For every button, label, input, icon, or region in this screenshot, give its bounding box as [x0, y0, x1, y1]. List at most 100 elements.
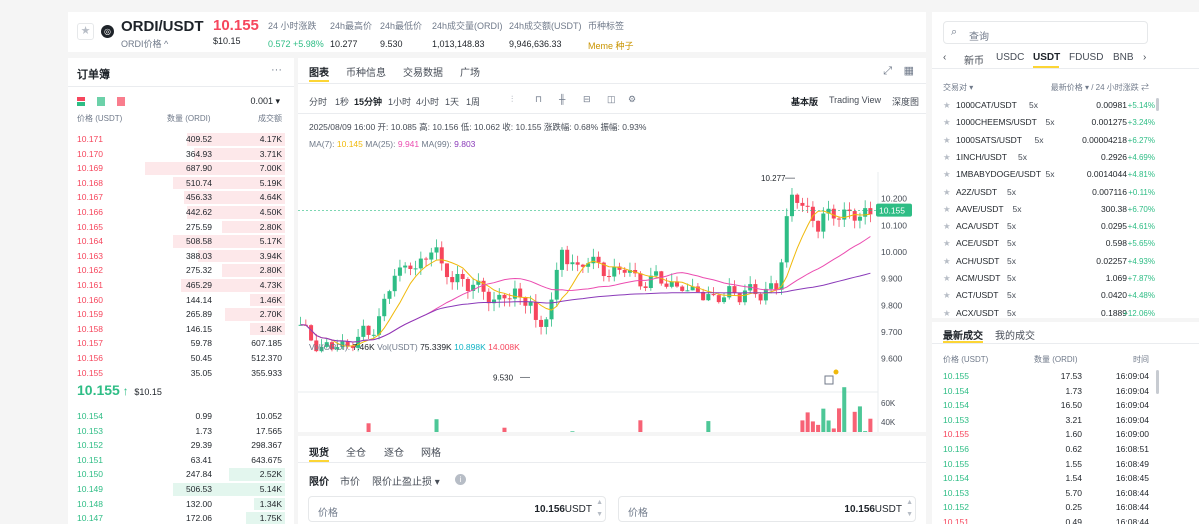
bid-row[interactable]: 10.153 1.73 17.565 — [68, 424, 294, 439]
bid-row[interactable]: 10.151 63.41 643.675 — [68, 453, 294, 468]
market-row[interactable]: ★ ACA/USDT 5x 0.0295 +4.61% — [932, 218, 1199, 235]
search-input[interactable]: 查询 — [969, 28, 989, 43]
view-2[interactable]: 深度图 — [892, 95, 919, 108]
market-row[interactable]: ★ 1INCH/USDT 5x 0.2926 +4.69% — [932, 149, 1199, 166]
ask-row[interactable]: 10.160 144.14 1.46K — [68, 293, 294, 308]
both-sides-icon[interactable] — [77, 97, 85, 106]
interval-2[interactable]: 15分钟 — [354, 95, 382, 108]
ask-row[interactable]: 10.156 50.45 512.370 — [68, 351, 294, 366]
divider — [932, 343, 1199, 344]
chart-tab-1[interactable]: 币种信息 — [346, 64, 386, 79]
market-row[interactable]: ★ 1000SATS/USDT 5x 0.00004218 +6.27% — [932, 132, 1199, 149]
ask-row[interactable]: 10.155 35.05 355.933 — [68, 366, 294, 381]
chart-tab-0[interactable]: 图表 — [309, 64, 329, 79]
market-row[interactable]: ★ 1000CHEEMS/USDT 5x 0.001275 +3.24% — [932, 114, 1199, 131]
quote-tab-6[interactable]: › — [1143, 52, 1146, 63]
compare-icon[interactable]: ◫ — [607, 94, 616, 105]
quote-tab-0[interactable]: ‹ — [943, 52, 946, 63]
trades-tab-0[interactable]: 最新成交 — [943, 327, 983, 342]
quote-tab-4[interactable]: FDUSD — [1069, 52, 1103, 63]
chart-tab-3[interactable]: 广场 — [460, 64, 480, 79]
scrollbar[interactable] — [1156, 98, 1159, 111]
market-row[interactable]: ★ ACX/USDT 5x 0.1889 +12.06% — [932, 305, 1199, 322]
bid-row[interactable]: 10.149 506.53 5.14K — [68, 482, 294, 497]
quote-tab-3[interactable]: USDT — [1033, 52, 1060, 63]
ask-row[interactable]: 10.170 364.93 3.71K — [68, 147, 294, 162]
buy-price-input[interactable]: 价格 10.156 USDT ▲ ▼ — [308, 496, 606, 522]
bids-only-icon[interactable] — [97, 97, 105, 106]
ask-row[interactable]: 10.165 275.59 2.80K — [68, 220, 294, 235]
trade-tab-0[interactable]: 现货 — [309, 444, 329, 459]
market-row[interactable]: ★ ACH/USDT 5x 0.02257 +4.93% — [932, 253, 1199, 270]
more-icon[interactable]: ··· — [271, 64, 282, 76]
trade-tab-2[interactable]: 逐仓 — [384, 444, 404, 459]
candles-icon[interactable]: ╫ — [559, 94, 565, 104]
bid-row[interactable]: 10.152 29.39 298.367 — [68, 438, 294, 453]
col-price-change[interactable]: 最新价格 ▾ / 24 小时涨跌 ⇄ — [1051, 82, 1149, 93]
sell-price-input[interactable]: 价格 10.156 USDT ▲ ▼ — [618, 496, 916, 522]
stepper-up-icon[interactable]: ▲ — [906, 499, 913, 506]
favorite-star-icon[interactable]: ★ — [77, 23, 94, 40]
trade-tab-1[interactable]: 全仓 — [346, 444, 366, 459]
order-type-2[interactable]: 限价止盈止损 ▾ — [372, 473, 440, 488]
ask-row[interactable]: 10.168 510.74 5.19K — [68, 176, 294, 191]
trade-row: 10.152 0.25 16:08:44 — [932, 500, 1199, 515]
stepper-up-icon[interactable]: ▲ — [596, 499, 603, 506]
info-icon[interactable]: i — [455, 474, 466, 485]
market-row[interactable]: ★ 1MBABYDOGE/USDT 5x 0.0014044 +4.81% — [932, 166, 1199, 183]
ask-row[interactable]: 10.158 146.15 1.48K — [68, 322, 294, 337]
ask-row[interactable]: 10.166 442.62 4.50K — [68, 205, 294, 220]
ask-row[interactable]: 10.161 465.29 4.73K — [68, 278, 294, 293]
market-row[interactable]: ★ A2Z/USDT 5x 0.007116 +0.11% — [932, 184, 1199, 201]
interval-1[interactable]: 1秒 — [335, 95, 349, 108]
quote-tab-1[interactable]: 新币 — [964, 52, 984, 67]
ask-row[interactable]: 10.157 59.78 607.185 — [68, 336, 294, 351]
quote-tab-2[interactable]: USDC — [996, 52, 1024, 63]
indicator-icon[interactable]: ⫶ — [511, 94, 513, 105]
order-type-1[interactable]: 市价 — [340, 473, 360, 488]
ask-row[interactable]: 10.162 275.32 2.80K — [68, 263, 294, 278]
stepper-down-icon[interactable]: ▼ — [596, 511, 603, 518]
tick-size-select[interactable]: 0.001 ▾ — [250, 96, 280, 107]
ask-row[interactable]: 10.164 508.58 5.17K — [68, 234, 294, 249]
bid-row[interactable]: 10.154 0.99 10.052 — [68, 409, 294, 424]
symbol-title[interactable]: ORDI/USDT — [121, 18, 204, 35]
chart-tab-2[interactable]: 交易数据 — [403, 64, 443, 79]
interval-0[interactable]: 分时 — [309, 95, 327, 108]
interval-3[interactable]: 1小时 — [388, 95, 411, 108]
vol-value: 7.46K — [352, 342, 375, 352]
quote-tab-5[interactable]: BNB — [1113, 52, 1134, 63]
bid-row[interactable]: 10.150 247.84 2.52K — [68, 467, 294, 482]
interval-6[interactable]: 1周 — [466, 95, 480, 108]
layout-grid-icon[interactable]: ▦ — [904, 64, 914, 77]
candle-type-icon[interactable]: ⊓ — [535, 94, 542, 105]
trades-tab-1[interactable]: 我的成交 — [995, 327, 1035, 342]
trade-tab-3[interactable]: 网格 — [421, 444, 441, 459]
expand-icon[interactable]: ⤢ — [883, 65, 892, 78]
ask-row[interactable]: 10.169 687.90 7.00K — [68, 161, 294, 176]
ask-row[interactable]: 10.163 388.03 3.94K — [68, 249, 294, 264]
bid-row[interactable]: 10.148 132.00 1.34K — [68, 497, 294, 512]
market-row[interactable]: ★ AAVE/USDT 5x 300.38 +6.70% — [932, 201, 1199, 218]
scrollbar[interactable] — [1156, 370, 1159, 394]
asks-only-icon[interactable] — [117, 97, 125, 106]
market-row[interactable]: ★ ACE/USDT 5x 0.598 +5.65% — [932, 235, 1199, 252]
symbol-subtitle[interactable]: ORDI价格 ^ — [121, 37, 168, 50]
search-box[interactable]: ⌕ 查询 — [943, 21, 1148, 44]
ask-row[interactable]: 10.159 265.89 2.70K — [68, 307, 294, 322]
market-row[interactable]: ★ ACM/USDT 5x 1.069 +7.87% — [932, 270, 1199, 287]
draw-icon[interactable]: ⊟ — [583, 94, 591, 105]
order-type-0[interactable]: 限价 — [309, 473, 329, 488]
col-pair[interactable]: 交易对 ▾ — [943, 82, 973, 93]
interval-5[interactable]: 1天 — [445, 95, 459, 108]
view-0[interactable]: 基本版 — [791, 95, 818, 108]
interval-4[interactable]: 4小时 — [416, 95, 439, 108]
ask-row[interactable]: 10.167 456.33 4.64K — [68, 190, 294, 205]
stepper-down-icon[interactable]: ▼ — [906, 511, 913, 518]
settings-gear-icon[interactable]: ⚙ — [628, 94, 636, 105]
candlestick-chart[interactable]: 10.200 10.100 10.000 9.900 9.800 9.700 9.600 10… — [298, 114, 926, 432]
market-row[interactable]: ★ ACT/USDT 5x 0.0420 +4.48% — [932, 287, 1199, 304]
view-1[interactable]: Trading View — [829, 95, 881, 105]
bid-row[interactable]: 10.147 172.06 1.75K — [68, 511, 294, 524]
ask-row[interactable]: 10.171 409.52 4.17K — [68, 132, 294, 147]
